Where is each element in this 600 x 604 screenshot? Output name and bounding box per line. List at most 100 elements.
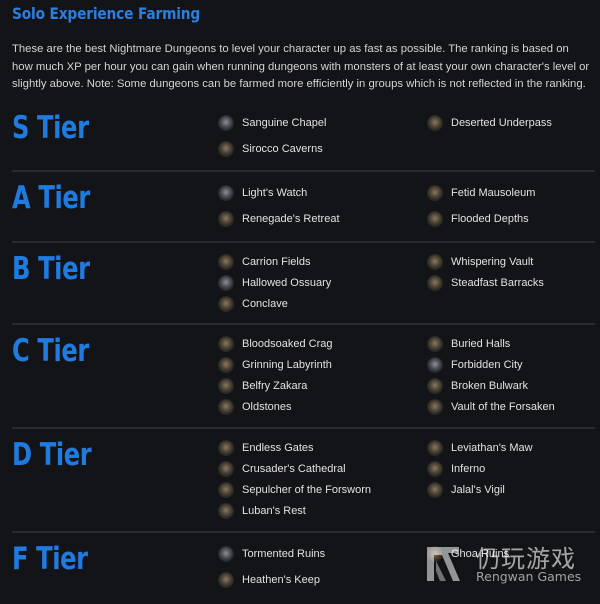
- dungeon-item[interactable]: Heathen's Keep: [219, 567, 325, 593]
- tier-label: A Tier: [12, 180, 90, 216]
- dungeon-item[interactable]: Hallowed Ossuary: [219, 272, 331, 293]
- dungeon-icon: [219, 296, 233, 311]
- dungeon-item[interactable]: Belfry Zakara: [219, 375, 333, 396]
- dungeon-icon: [219, 461, 233, 476]
- tier-section: D Tier Endless Gates Crusader's Cathedral S…: [12, 437, 595, 541]
- dungeon-item[interactable]: Whispering Vault: [428, 251, 544, 272]
- dungeon-column-left: Light's Watch Renegade's Retreat: [219, 180, 340, 232]
- dungeon-icon: [428, 212, 442, 226]
- dungeon-item[interactable]: Vault of the Forsaken: [428, 396, 555, 417]
- dungeon-item[interactable]: Leviathan's Maw: [428, 437, 533, 458]
- tier-section: B Tier Carrion Fields Hallowed Ossuary Conc…: [12, 251, 595, 333]
- dungeon-item[interactable]: Luban's Rest: [219, 500, 371, 521]
- dungeon-item[interactable]: Buried Halls: [428, 333, 555, 354]
- dungeon-item[interactable]: Deserted Underpass: [428, 110, 552, 136]
- dungeon-icon: [219, 378, 233, 393]
- tier-label: D Tier: [12, 437, 92, 473]
- dungeon-name: Ghoa Ruins: [451, 548, 510, 560]
- dungeon-icon: [219, 186, 233, 200]
- dungeon-icon: [219, 547, 233, 561]
- dungeon-icon: [219, 482, 233, 497]
- dungeon-icon: [428, 275, 442, 290]
- dungeon-item[interactable]: Renegade's Retreat: [219, 206, 340, 232]
- dungeon-column-right: Leviathan's Maw Inferno Jalal's Vigil: [428, 437, 533, 500]
- dungeon-item[interactable]: Crusader's Cathedral: [219, 458, 371, 479]
- dungeon-item[interactable]: Endless Gates: [219, 437, 371, 458]
- dungeon-item[interactable]: Fetid Mausoleum: [428, 180, 535, 206]
- dungeon-item[interactable]: Jalal's Vigil: [428, 479, 533, 500]
- dungeon-item[interactable]: Sanguine Chapel: [219, 110, 326, 136]
- dungeon-name: Sirocco Caverns: [242, 143, 323, 155]
- dungeon-name: Crusader's Cathedral: [242, 462, 346, 475]
- dungeon-item[interactable]: Bloodsoaked Crag: [219, 333, 333, 354]
- tier-label: B Tier: [12, 251, 90, 287]
- dungeon-icon: [428, 461, 442, 476]
- dungeon-column-left: Endless Gates Crusader's Cathedral Sepulch…: [219, 437, 371, 521]
- dungeon-icon: [428, 116, 442, 130]
- dungeon-name: Forbidden City: [451, 358, 523, 371]
- dungeon-name: Buried Halls: [451, 337, 511, 350]
- dungeon-column-left: Sanguine Chapel Sirocco Caverns: [219, 110, 326, 162]
- intro-paragraph: These are the best Nightmare Dungeons to…: [12, 43, 590, 90]
- dungeon-name: Tormented Ruins: [242, 548, 326, 560]
- tier-divider: [12, 323, 595, 325]
- dungeon-column-left: Tormented Ruins Heathen's Keep: [219, 541, 325, 593]
- dungeon-icon: [428, 399, 442, 414]
- tier-label: S Tier: [12, 110, 89, 146]
- dungeon-item[interactable]: Carrion Fields: [219, 251, 331, 272]
- dungeon-item[interactable]: Light's Watch: [219, 180, 340, 206]
- dungeon-item[interactable]: Inferno: [428, 458, 533, 479]
- dungeon-name: Conclave: [242, 297, 288, 310]
- dungeon-item[interactable]: Steadfast Barracks: [428, 272, 544, 293]
- dungeon-item[interactable]: Flooded Depths: [428, 206, 535, 232]
- dungeon-name: Leviathan's Maw: [451, 441, 533, 454]
- dungeon-icon: [219, 142, 233, 156]
- dungeon-icon: [219, 573, 233, 587]
- dungeon-icon: [428, 440, 442, 455]
- dungeon-name: Oldstones: [242, 400, 292, 413]
- dungeon-item[interactable]: Broken Bulwark: [428, 375, 555, 396]
- dungeon-icon: [219, 116, 233, 130]
- dungeon-name: Steadfast Barracks: [451, 276, 544, 289]
- dungeon-icon: [219, 399, 233, 414]
- dungeon-name: Sanguine Chapel: [242, 117, 327, 129]
- dungeon-icon: [219, 503, 233, 518]
- dungeon-column-right: Fetid Mausoleum Flooded Depths: [428, 180, 535, 232]
- dungeon-item[interactable]: Tormented Ruins: [219, 541, 325, 567]
- dungeon-column-right: Deserted Underpass: [428, 110, 552, 136]
- dungeon-item[interactable]: Sirocco Caverns: [219, 136, 326, 162]
- tier-label: C Tier: [12, 333, 89, 369]
- dungeon-name: Deserted Underpass: [451, 117, 552, 129]
- tier-divider: [12, 531, 595, 533]
- dungeon-name: Fetid Mausoleum: [451, 187, 536, 199]
- page-title: Solo Experience Farming: [12, 4, 201, 23]
- dungeon-name: Flooded Depths: [451, 213, 529, 225]
- dungeon-item[interactable]: Sepulcher of the Forsworn: [219, 479, 371, 500]
- dungeon-item[interactable]: Oldstones: [219, 396, 333, 417]
- dungeon-icon: [428, 547, 442, 561]
- tier-divider: [12, 427, 595, 429]
- dungeon-item[interactable]: Forbidden City: [428, 354, 555, 375]
- dungeon-icon: [219, 336, 233, 351]
- dungeon-column-right: Ghoa Ruins: [428, 541, 509, 567]
- dungeon-icon: [219, 357, 233, 372]
- dungeon-item[interactable]: Conclave: [219, 293, 331, 314]
- dungeon-column-right: Buried Halls Forbidden City Broken Bulwark…: [428, 333, 555, 417]
- dungeon-name: Heathen's Keep: [242, 574, 320, 586]
- dungeon-icon: [428, 186, 442, 200]
- dungeon-name: Light's Watch: [242, 187, 308, 199]
- dungeon-name: Carrion Fields: [242, 255, 311, 268]
- dungeon-item[interactable]: Ghoa Ruins: [428, 541, 509, 567]
- dungeon-name: Bloodsoaked Crag: [242, 337, 333, 350]
- dungeon-name: Whispering Vault: [451, 255, 534, 268]
- dungeon-name: Jalal's Vigil: [451, 483, 505, 496]
- tier-section: F Tier Tormented Ruins Heathen's Keep Ghoa …: [12, 541, 595, 601]
- dungeon-item[interactable]: Grinning Labyrinth: [219, 354, 333, 375]
- dungeon-name: Belfry Zakara: [242, 379, 308, 392]
- dungeon-name: Inferno: [451, 462, 486, 475]
- dungeon-name: Endless Gates: [242, 441, 314, 454]
- dungeon-name: Luban's Rest: [242, 504, 306, 517]
- dungeon-column-left: Bloodsoaked Crag Grinning Labyrinth Belfry…: [219, 333, 333, 417]
- dungeon-icon: [428, 357, 442, 372]
- dungeon-name: Broken Bulwark: [451, 379, 529, 392]
